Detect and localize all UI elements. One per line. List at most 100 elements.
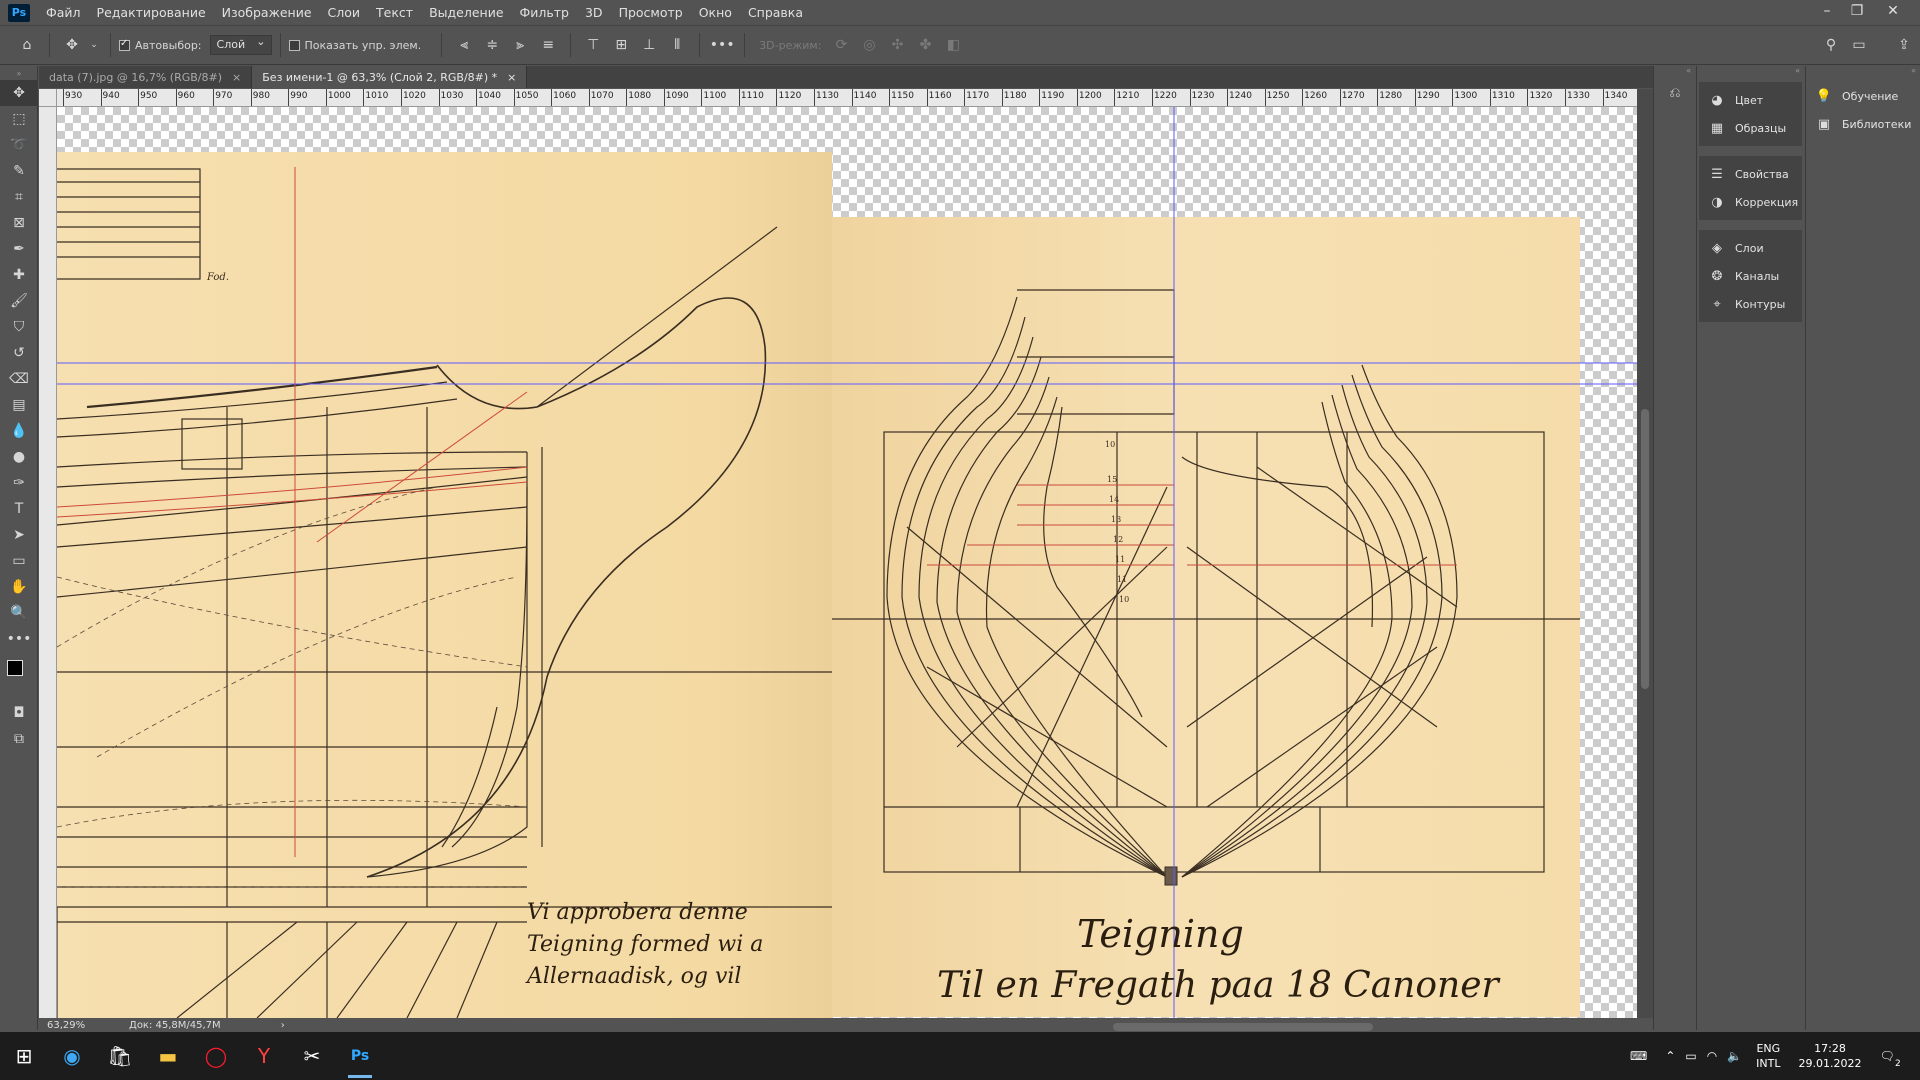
stamp-tool-icon[interactable]: ⛉ bbox=[0, 314, 38, 340]
collapse-icon[interactable]: » bbox=[0, 66, 38, 80]
distribute-v-icon[interactable]: ⫴ bbox=[666, 34, 688, 56]
eraser-tool-icon[interactable]: ⌫ bbox=[0, 366, 38, 392]
frame-tool-icon[interactable]: ⊠ bbox=[0, 210, 38, 236]
notifications-icon[interactable]: 🗨 2 bbox=[1879, 1049, 1900, 1069]
rectangle-tool-icon[interactable]: ▭ bbox=[0, 548, 38, 574]
collapse-icon[interactable]: « bbox=[1697, 66, 1804, 80]
keyboard-icon[interactable]: ⌨ bbox=[1630, 1049, 1647, 1063]
panel-channels[interactable]: ❂ Каналы bbox=[1699, 262, 1802, 290]
home-icon[interactable]: ⌂ bbox=[16, 34, 38, 56]
blur-tool-icon[interactable]: 💧 bbox=[0, 418, 38, 444]
brush-tool-icon[interactable]: 🖌 bbox=[0, 288, 38, 314]
move-tool-icon[interactable]: ✥ bbox=[0, 80, 38, 106]
distribute-h-icon[interactable]: ≡ bbox=[537, 34, 559, 56]
quick-select-tool-icon[interactable]: ✎ bbox=[0, 158, 38, 184]
vertical-scroll-thumb[interactable] bbox=[1641, 409, 1649, 689]
crop-tool-icon[interactable]: ⌗ bbox=[0, 184, 38, 210]
color-swatches[interactable] bbox=[0, 652, 38, 700]
align-top-icon[interactable]: ⊤ bbox=[582, 34, 604, 56]
zoom-tool-icon[interactable]: 🔍 bbox=[0, 600, 38, 626]
quick-mask-icon[interactable]: ◘ bbox=[0, 700, 38, 726]
zoom-level[interactable]: 63,29% bbox=[39, 1020, 99, 1031]
panel-swatches[interactable]: ▦ Образцы bbox=[1699, 114, 1802, 142]
panel-libraries[interactable]: ▣ Библиотеки bbox=[1806, 110, 1920, 138]
opera-browser-icon[interactable]: ◯ bbox=[192, 1032, 240, 1080]
store-icon[interactable]: 🛍 bbox=[96, 1032, 144, 1080]
panel-color[interactable]: ◕ Цвет bbox=[1699, 86, 1802, 114]
app-icon[interactable]: ✂ bbox=[288, 1032, 336, 1080]
move-tool-preset-icon[interactable]: ✥ bbox=[61, 34, 83, 56]
panel-adjustments[interactable]: ◑ Коррекция bbox=[1699, 188, 1802, 216]
path-select-tool-icon[interactable]: ➤ bbox=[0, 522, 38, 548]
collapse-icon[interactable]: « bbox=[1806, 66, 1920, 80]
chevron-down-icon[interactable]: ⌄ bbox=[89, 34, 99, 56]
panel-paths[interactable]: ⌖ Контуры bbox=[1699, 290, 1802, 318]
menu-select[interactable]: Выделение bbox=[421, 0, 511, 25]
align-bottom-icon[interactable]: ⊥ bbox=[638, 34, 660, 56]
align-left-icon[interactable]: ⫷ bbox=[453, 34, 475, 56]
clock[interactable]: 17:28 29.01.2022 bbox=[1799, 1041, 1862, 1071]
menu-filter[interactable]: Фильтр bbox=[512, 0, 577, 25]
collapse-icon[interactable]: « bbox=[1654, 66, 1695, 80]
language-indicator[interactable]: ENG INTL bbox=[1756, 1041, 1780, 1071]
more-tools-icon[interactable]: ••• bbox=[0, 626, 38, 652]
minimize-icon[interactable]: – bbox=[1812, 0, 1842, 22]
autoselect-checkbox[interactable] bbox=[119, 38, 130, 51]
panel-learn[interactable]: 💡 Обучение bbox=[1806, 82, 1920, 110]
healing-brush-tool-icon[interactable]: ✚ bbox=[0, 262, 38, 288]
workspace-icon[interactable]: ▭ bbox=[1848, 34, 1870, 56]
align-right-icon[interactable]: ⫸ bbox=[509, 34, 531, 56]
wifi-icon[interactable]: ◠ bbox=[1707, 1049, 1717, 1063]
document-canvas[interactable]: 10 15 14 13 12 11 11 10 Fod. Vi approbera de… bbox=[57, 107, 1637, 1018]
dodge-tool-icon[interactable]: ● bbox=[0, 444, 38, 470]
vertical-scrollbar[interactable] bbox=[1637, 89, 1653, 1018]
ruler-corner[interactable] bbox=[39, 89, 57, 107]
restore-icon[interactable]: ❐ bbox=[1842, 0, 1872, 22]
vertical-ruler[interactable] bbox=[39, 107, 57, 1018]
screen-mode-icon[interactable]: ⧉ bbox=[0, 726, 38, 752]
chevron-up-icon[interactable]: ⌃ bbox=[1665, 1049, 1675, 1063]
lasso-tool-icon[interactable]: ➰ bbox=[0, 132, 38, 158]
foreground-color-swatch[interactable] bbox=[7, 660, 23, 676]
menu-type[interactable]: Текст bbox=[368, 0, 421, 25]
history-brush-tool-icon[interactable]: ↺ bbox=[0, 340, 38, 366]
close-icon[interactable]: × bbox=[232, 71, 241, 84]
menu-edit[interactable]: Редактирование bbox=[89, 0, 214, 25]
eyedropper-tool-icon[interactable]: ✒ bbox=[0, 236, 38, 262]
panel-properties[interactable]: ☰ Свойства bbox=[1699, 160, 1802, 188]
file-explorer-icon[interactable]: ▬ bbox=[144, 1032, 192, 1080]
battery-icon[interactable]: ▭ bbox=[1685, 1049, 1696, 1063]
horizontal-scroll-thumb[interactable] bbox=[1113, 1023, 1373, 1031]
align-center-h-icon[interactable]: ≑ bbox=[481, 34, 503, 56]
photoshop-taskbar-icon[interactable]: Ps bbox=[336, 1032, 384, 1080]
volume-icon[interactable]: 🔈 bbox=[1727, 1049, 1742, 1063]
panel-layers[interactable]: ◈ Слои bbox=[1699, 234, 1802, 262]
align-middle-v-icon[interactable]: ⊞ bbox=[610, 34, 632, 56]
search-icon[interactable]: ⚲ bbox=[1820, 34, 1842, 56]
menu-file[interactable]: Файл bbox=[38, 0, 89, 25]
more-options-icon[interactable]: ••• bbox=[710, 34, 735, 56]
menu-help[interactable]: Справка bbox=[740, 0, 811, 25]
gradient-tool-icon[interactable]: ▤ bbox=[0, 392, 38, 418]
menu-3d[interactable]: 3D bbox=[577, 0, 611, 25]
menu-layers[interactable]: Слои bbox=[320, 0, 369, 25]
type-tool-icon[interactable]: T bbox=[0, 496, 38, 522]
menu-window[interactable]: Окно bbox=[691, 0, 740, 25]
menu-image[interactable]: Изображение bbox=[214, 0, 320, 25]
autoselect-dropdown[interactable]: Слой bbox=[209, 35, 272, 55]
pen-tool-icon[interactable]: ✑ bbox=[0, 470, 38, 496]
close-icon[interactable]: ✕ bbox=[1878, 0, 1908, 22]
windows-start-icon[interactable]: ⊞ bbox=[0, 1032, 48, 1080]
tab-data-7[interactable]: data (7).jpg @ 16,7% (RGB/8#) × bbox=[39, 66, 253, 88]
menu-view[interactable]: Просмотр bbox=[611, 0, 691, 25]
history-panel-icon[interactable]: ⎌ bbox=[1654, 80, 1696, 106]
edge-browser-icon[interactable]: ◉ bbox=[48, 1032, 96, 1080]
close-icon[interactable]: × bbox=[507, 71, 516, 84]
share-icon[interactable]: ⇪ bbox=[1893, 34, 1915, 56]
hand-tool-icon[interactable]: ✋ bbox=[0, 574, 38, 600]
tab-untitled-1[interactable]: Без имени-1 @ 63,3% (Слой 2, RGB/8#) * × bbox=[252, 66, 528, 88]
marquee-tool-icon[interactable]: ⬚ bbox=[0, 106, 38, 132]
show-transform-checkbox[interactable] bbox=[288, 39, 300, 51]
horizontal-ruler[interactable]: 930 940 950 960 970 980 990 1000 1010 1020 1030 104… bbox=[57, 89, 1637, 107]
chevron-right-icon[interactable]: › bbox=[281, 1020, 285, 1031]
